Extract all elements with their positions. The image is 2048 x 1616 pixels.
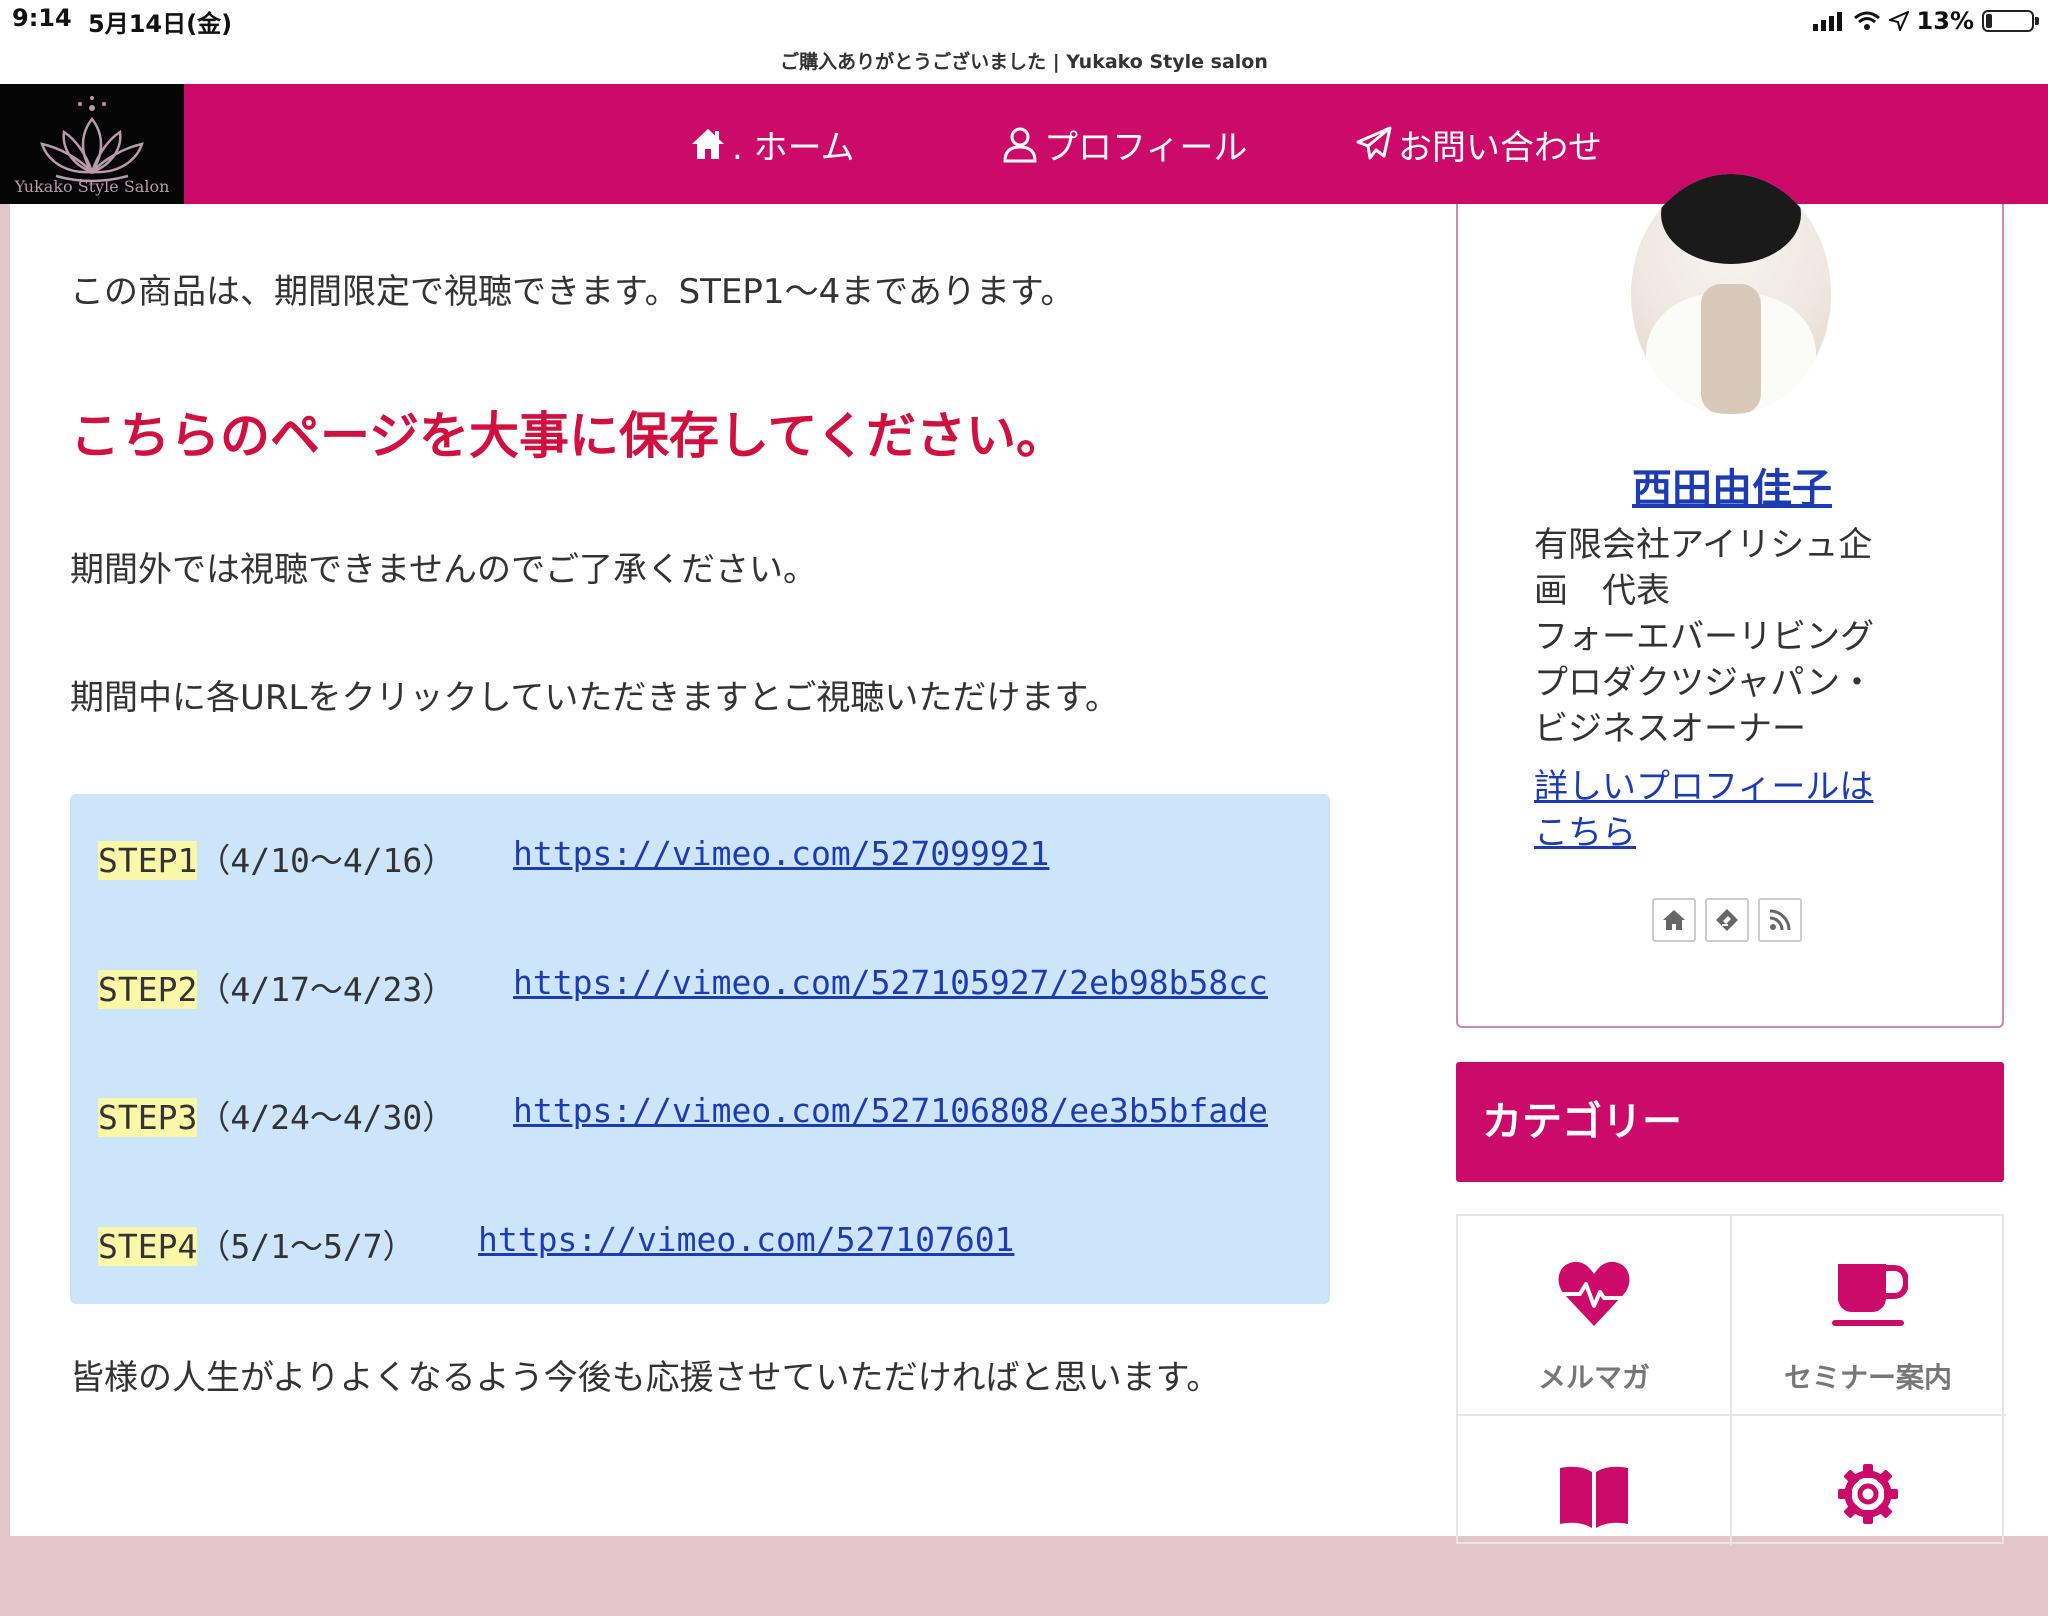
profile-description-line: プロダクツジャパン・ xyxy=(1534,663,1874,703)
social-home-button[interactable] xyxy=(1652,898,1696,942)
profile-more-link-line: こちら xyxy=(1534,813,1636,853)
category-header: カテゴリー xyxy=(1456,1062,2004,1182)
logo-text: Yukako Style Salon xyxy=(14,177,170,196)
step-links-box: STEP1（4/10～4/16） https://vimeo.com/52709… xyxy=(70,794,1330,1304)
step-period: （4/17～4/23） xyxy=(197,970,456,1009)
instruction-text: 期間中に各URLをクリックしていただきますとご視聴いただけます。 xyxy=(70,678,1120,718)
profile-card: 西田由佳子 有限会社アイリシュ企 画 代表 フォーエバーリビング プロダクツジャ… xyxy=(1456,174,2006,1028)
social-links xyxy=(1652,898,1802,942)
category-book[interactable] xyxy=(1458,1416,1730,1616)
status-time: 9:14 xyxy=(12,4,72,32)
book-icon xyxy=(1560,1466,1628,1528)
intro-text: この商品は、期間限定で視聴できます。STEP1～4まであります。 xyxy=(70,272,1075,312)
home-icon xyxy=(1663,910,1685,930)
step-row: STEP3（4/24～4/30） https://vimeo.com/52710… xyxy=(98,1091,1268,1139)
nav-contact-label: お問い合わせ xyxy=(1398,127,1602,168)
category-label: メルマガ xyxy=(1537,1361,1650,1394)
category-settings[interactable] xyxy=(1732,1416,2004,1616)
category-seminar[interactable]: セミナー案内 xyxy=(1732,1216,2004,1416)
closing-text: 皆様の人生がよりよくなるよう今後も応援させていただければと思います。 xyxy=(70,1358,1221,1398)
feedly-icon xyxy=(1716,909,1738,931)
site-logo[interactable]: Yukako Style Salon xyxy=(0,84,184,204)
step3-link[interactable]: https://vimeo.com/527106808/ee3b5bfade xyxy=(513,1091,1268,1130)
cellular-signal-icon xyxy=(1812,12,1842,31)
step-label: STEP3 xyxy=(98,1098,198,1137)
rss-icon xyxy=(1769,909,1791,931)
gear-icon xyxy=(1838,1464,1898,1524)
step-period: （5/1～5/7） xyxy=(197,1227,416,1266)
step-label: STEP2 xyxy=(98,970,198,1009)
nav-home-label: . ホーム xyxy=(732,127,855,168)
category-grid: メルマガ セミナー案内 xyxy=(1456,1214,2006,1546)
profile-description: 有限会社アイリシュ企 画 代表 フォーエバーリビング プロダクツジャパン・ ビジ… xyxy=(1534,522,1914,752)
sidebar: 西田由佳子 有限会社アイリシュ企 画 代表 フォーエバーリビング プロダクツジャ… xyxy=(1390,174,2048,1546)
status-date: 5月14日(金) xyxy=(88,10,233,38)
nav-profile-label: プロフィール xyxy=(1044,127,1248,168)
status-indicators: 13% xyxy=(1812,4,2039,38)
main-content: この商品は、期間限定で視聴できます。STEP1～4まであります。 こちらのページ… xyxy=(10,204,1390,1536)
step-label: STEP4 xyxy=(98,1227,198,1266)
profile-name-link[interactable]: 西田由佳子 xyxy=(1458,456,2006,514)
caution-text: 期間外では視聴できませんのでご了承ください。 xyxy=(70,550,817,590)
status-bar: 9:14 5月14日(金) 13% xyxy=(0,0,2048,44)
step-row: STEP4（5/1～5/7） https://vimeo.com/5271076… xyxy=(98,1220,1014,1268)
user-icon xyxy=(1003,127,1037,163)
heartbeat-icon xyxy=(1558,1261,1630,1326)
category-mailmagazine[interactable]: メルマガ xyxy=(1458,1216,1730,1416)
paper-plane-icon xyxy=(1356,126,1392,160)
profile-description-line: フォーエバーリビング xyxy=(1534,617,1874,657)
profile-more-link[interactable]: 詳しいプロフィールは こちら xyxy=(1534,764,1914,856)
battery-icon xyxy=(1982,10,2039,32)
profile-description-line: ビジネスオーナー xyxy=(1534,709,1806,749)
profile-description-line: 画 代表 xyxy=(1534,571,1670,611)
avatar xyxy=(1631,174,1831,414)
step-label: STEP1 xyxy=(98,841,198,880)
step-period: （4/24～4/30） xyxy=(197,1098,456,1137)
home-icon xyxy=(692,129,724,159)
wifi-icon xyxy=(1853,11,1880,30)
coffee-cup-icon xyxy=(1832,1264,1908,1326)
step-period: （4/10～4/16） xyxy=(197,841,456,880)
step4-link[interactable]: https://vimeo.com/527107601 xyxy=(478,1220,1014,1259)
category-label: セミナー案内 xyxy=(1783,1361,1952,1394)
save-notice: こちらのページを大事に保存してください。 xyxy=(70,407,1066,465)
step2-link[interactable]: https://vimeo.com/527105927/2eb98b58cc xyxy=(513,963,1268,1002)
nav-contact[interactable]: お問い合わせ xyxy=(1354,84,1602,204)
battery-percent: 13% xyxy=(1916,7,1974,35)
social-rss-button[interactable] xyxy=(1758,898,1802,942)
location-arrow-icon xyxy=(1888,11,1909,31)
profile-more-link-line: 詳しいプロフィールは xyxy=(1534,767,1874,807)
browser-page-title: ご購入ありがとうございました | Yukako Style salon xyxy=(0,44,2048,84)
nav-home[interactable]: . ホーム xyxy=(688,84,855,204)
step-row: STEP2（4/17～4/23） https://vimeo.com/52710… xyxy=(98,963,1268,1011)
nav-profile[interactable]: プロフィール xyxy=(1000,84,1247,204)
step1-link[interactable]: https://vimeo.com/527099921 xyxy=(513,834,1049,873)
profile-description-line: 有限会社アイリシュ企 xyxy=(1534,525,1873,565)
social-feedly-button[interactable] xyxy=(1705,898,1749,942)
step-row: STEP1（4/10～4/16） https://vimeo.com/52709… xyxy=(98,834,1049,882)
